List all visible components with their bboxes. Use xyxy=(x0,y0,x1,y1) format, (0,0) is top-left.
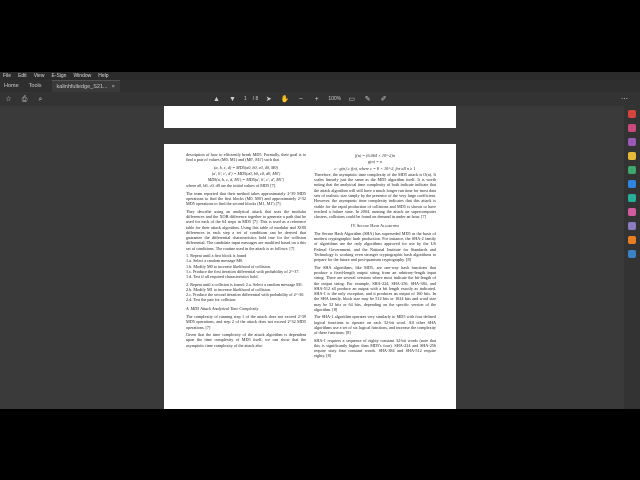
tab-document-label: kalinhfulledge_S21... xyxy=(56,83,108,90)
paragraph: The SHA algorithms, like MD5, are one-wa… xyxy=(314,264,436,313)
tab-bar: Home Tools kalinhfulledge_S21... × xyxy=(0,79,640,93)
fit-page-icon[interactable]: ▭ xyxy=(347,95,356,104)
paragraph: Therefore, the asymptotic time complexit… xyxy=(314,171,436,220)
send-review-icon[interactable] xyxy=(628,236,636,244)
toolbar: ☆ ⎙ ⌕ ▲ ▼ 1 / 8 ➤ ✋ − + 100% ▭ ✎ ✐ ⋯ xyxy=(0,92,640,106)
hand-icon[interactable]: ✋ xyxy=(280,95,289,104)
export-pdf-icon[interactable] xyxy=(628,110,636,118)
paragraph: The Secure Hash Algorithm (SHA) has supe… xyxy=(314,230,436,263)
next-page-icon[interactable]: ▼ xyxy=(228,95,237,104)
tab-tools[interactable]: Tools xyxy=(29,80,42,92)
list-item: 1.d. Test if all required characteristic… xyxy=(186,274,259,280)
section-heading: IV. Secure Hash Algorithm xyxy=(351,222,399,228)
organize-pages-icon[interactable] xyxy=(628,180,636,188)
equation: g(n) = n xyxy=(368,159,382,165)
tab-home[interactable]: Home xyxy=(4,80,19,92)
zoom-in-icon[interactable]: + xyxy=(312,95,321,104)
protect-icon[interactable] xyxy=(628,208,636,216)
paragraph: They describe using an analytical attack… xyxy=(186,208,306,251)
menu-edit[interactable]: Edit xyxy=(18,72,27,80)
pdf-page: description of how to efficiently break … xyxy=(164,106,456,409)
paragraph: The team reported that their method take… xyxy=(186,190,306,207)
more-tools-icon[interactable]: ⋯ xyxy=(620,95,629,104)
paragraph: The complexity of running step 1 of the … xyxy=(186,314,306,330)
equation: c · g(n) ≥ f(n), where c = 8 × 10^-2, fo… xyxy=(334,165,416,171)
combine-files-icon[interactable] xyxy=(628,166,636,174)
edit-pdf-icon[interactable] xyxy=(628,138,636,146)
comment-icon[interactable]: ✎ xyxy=(363,95,372,104)
left-column: description of how to efficiently break … xyxy=(186,152,306,350)
page-number-input[interactable]: 1 xyxy=(244,96,247,102)
paragraph: Given that the time complexity of the at… xyxy=(186,331,306,348)
page-gap xyxy=(164,128,456,144)
equation: (a', b', c', d') = MD5(a0, b0, c0, d0, M… xyxy=(211,170,281,176)
cursor-icon[interactable]: ➤ xyxy=(264,95,273,104)
fill-sign-icon[interactable] xyxy=(628,222,636,230)
paragraph: The SHA-1 algorithm operates very simila… xyxy=(314,314,436,336)
highlight-icon[interactable]: ✐ xyxy=(379,95,388,104)
create-pdf-icon[interactable] xyxy=(628,124,636,132)
more-tools-rail-icon[interactable] xyxy=(628,250,636,258)
close-icon[interactable]: × xyxy=(112,81,115,93)
pdf-viewer-window: File Edit View E-Sign Window Help Home T… xyxy=(0,72,640,409)
comment-tool-icon[interactable] xyxy=(628,152,636,160)
print-icon[interactable]: ⎙ xyxy=(20,95,29,104)
paragraph: description of how to efficiently break … xyxy=(186,152,306,163)
subsection-heading: A. MD5 Attack Analytical Time Complexity xyxy=(186,305,259,311)
menu-file[interactable]: File xyxy=(3,72,11,80)
search-icon[interactable]: ⌕ xyxy=(36,95,45,104)
menu-view[interactable]: View xyxy=(34,72,45,80)
scan-icon[interactable] xyxy=(628,194,636,202)
equation: f(n) = (6.064 × 10^-2)n xyxy=(355,153,395,158)
right-column: f(n) = (6.064 × 10^-2)n g(n) = n c · g(n… xyxy=(314,152,436,361)
zoom-out-icon[interactable]: − xyxy=(296,95,305,104)
equation: MD5(a, b, c, d, M1) = MD5(a', b', c', d'… xyxy=(207,177,285,183)
prev-page-icon[interactable]: ▲ xyxy=(212,95,221,104)
page-total: / 8 xyxy=(252,96,259,102)
list-item: 2.d. Test the pair for collision. xyxy=(186,297,237,303)
paragraph: where a0, b0, c0, d0 are the initial val… xyxy=(186,183,277,189)
tab-document[interactable]: kalinhfulledge_S21... × xyxy=(51,79,120,93)
bookmark-add-icon[interactable]: ☆ xyxy=(4,95,13,104)
right-tool-rail xyxy=(624,106,640,409)
equation: (a, b, c, d) = MD5(a0, b0, c0, d0, M0) xyxy=(214,164,278,170)
paragraph: SHA-1 requires a sequence of eighty cons… xyxy=(314,337,436,359)
zoom-level[interactable]: 100% xyxy=(328,96,341,102)
